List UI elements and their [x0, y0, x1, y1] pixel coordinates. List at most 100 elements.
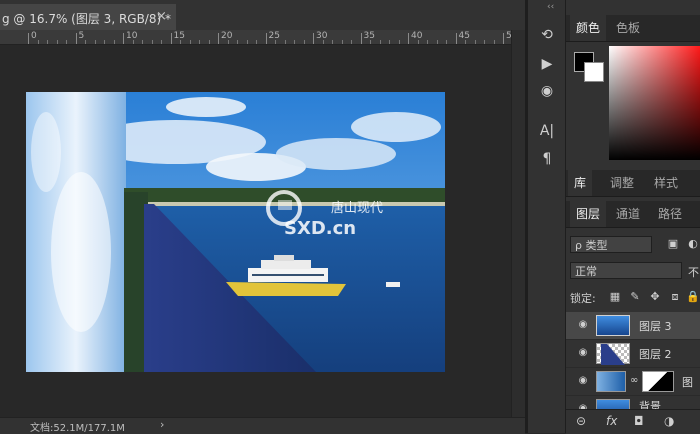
blend-mode-row: 正常 不 [566, 259, 700, 283]
tab-layers[interactable]: 图层 [570, 201, 607, 227]
background-color-swatch[interactable] [584, 62, 604, 82]
ruler-minor-tick [370, 40, 371, 44]
close-icon[interactable]: × [156, 9, 167, 24]
layer-thumbnail-shape [601, 344, 625, 365]
tab-styles[interactable]: 样式 [654, 170, 678, 196]
layer-row[interactable]: ◉ 图层 3 [566, 312, 700, 340]
adjust-icon[interactable]: ◉ [538, 82, 556, 100]
lock-all-icon[interactable]: 🔒 [686, 290, 700, 304]
layer-filter-dropdown[interactable]: ρ 类型 [570, 236, 652, 253]
ruler-minor-tick [303, 40, 305, 44]
canvas-scrollbar[interactable] [511, 30, 526, 417]
ruler-minor-tick [104, 40, 105, 44]
ruler-minor-tick [446, 40, 447, 44]
mask-link-icon[interactable]: ∞ [630, 375, 638, 386]
layer-row[interactable]: ◉ ∞ 图 [566, 368, 700, 396]
ruler-label: 5 [78, 31, 85, 41]
collapse-grip-icon[interactable]: ‹‹ [547, 2, 554, 12]
ruler-major-tick [360, 33, 362, 44]
ruler-minor-tick [322, 40, 324, 44]
lock-artboard-icon[interactable]: ⧈ [668, 290, 682, 304]
layer-thumbnail [596, 343, 630, 365]
visibility-eye-icon[interactable]: ◉ [576, 374, 590, 388]
ruler-major-tick [503, 33, 504, 44]
ruler-minor-tick [85, 40, 86, 44]
tab-paths[interactable]: 路径 [658, 201, 682, 227]
ruler-minor-tick [47, 40, 48, 44]
layer-row[interactable]: ◉ 图层 2 [566, 340, 700, 368]
ruler-minor-tick [332, 40, 333, 44]
ruler-major-tick [28, 33, 29, 44]
paragraph-icon[interactable]: ¶ [538, 150, 556, 168]
blend-mode-dropdown[interactable]: 正常 [570, 262, 682, 279]
tab-adjustments[interactable]: 调整 [610, 170, 634, 196]
ruler-minor-tick [484, 40, 485, 44]
document-tab-title: g @ 16.7% (图层 3, RGB/8) * [2, 12, 171, 26]
layer-row[interactable]: ◉ 背景 [566, 396, 700, 410]
ruler-minor-tick [142, 40, 143, 44]
link-layers-icon[interactable]: ⊝ [576, 414, 586, 428]
lock-transparent-icon[interactable]: ▦ [608, 290, 622, 304]
canvas-image[interactable]: 唐山现代 SXD.cn [26, 92, 445, 372]
layer-thumbnail [596, 315, 630, 336]
image-filter-icon[interactable]: ▣ [666, 237, 680, 251]
ruler-minor-tick [113, 40, 115, 44]
layer-thumbnail [596, 371, 626, 392]
color-picker-field[interactable] [609, 46, 700, 160]
ruler-major-tick [265, 33, 267, 44]
ruler-minor-tick [246, 40, 248, 44]
ruler-minor-tick [284, 40, 286, 44]
tab-swatches[interactable]: 色板 [616, 15, 640, 41]
status-bar: 文档:52.1M/177.1M › [0, 417, 525, 434]
visibility-eye-icon[interactable]: ◉ [576, 318, 590, 332]
ruler-minor-tick [199, 40, 200, 44]
layer-style-icon[interactable]: fx [606, 414, 617, 428]
ruler-minor-tick [208, 40, 210, 44]
ruler-minor-tick [37, 40, 39, 44]
ruler-minor-tick [294, 40, 295, 44]
ruler-minor-tick [151, 40, 153, 44]
ruler-minor-tick [389, 40, 390, 44]
lock-paint-icon[interactable]: ✎ [628, 290, 642, 304]
ruler-minor-tick [56, 40, 58, 44]
ruler-major-tick [75, 33, 77, 44]
document-tab[interactable]: g @ 16.7% (图层 3, RGB/8) * × [0, 4, 176, 30]
ruler-minor-tick [189, 40, 191, 44]
ruler-label: 0 [31, 31, 37, 41]
new-adjustment-icon[interactable]: ◑ [664, 414, 674, 428]
ruler-minor-tick [161, 40, 162, 44]
ruler-major-tick [170, 33, 172, 44]
ruler-major-tick [408, 33, 409, 44]
tab-color[interactable]: 颜色 [570, 15, 607, 41]
play-actions-icon[interactable]: ▶ [538, 55, 556, 73]
watermark-en: SXD.cn [284, 218, 356, 239]
ruler-minor-tick [227, 40, 229, 44]
layer-name: 图 [682, 376, 693, 389]
ruler-minor-tick [275, 40, 276, 44]
ruler-minor-tick [398, 40, 400, 44]
layers-footer: ⊝ fx ◘ ◑ [566, 409, 700, 434]
status-menu-arrow[interactable]: › [160, 418, 164, 431]
ruler-minor-tick [379, 40, 381, 44]
add-mask-icon[interactable]: ◘ [634, 414, 644, 428]
layer-mask-thumbnail[interactable] [642, 371, 674, 392]
ruler-minor-tick [237, 40, 238, 44]
history-icon[interactable]: ⟲ [538, 26, 556, 44]
ruler-minor-tick [66, 40, 67, 44]
layer-filter-row: ρ 类型 ▣ ◐ [566, 233, 700, 257]
ruler-minor-tick [256, 40, 257, 44]
composite-photo: 唐山现代 SXD.cn [26, 92, 445, 372]
ruler-major-tick [218, 33, 219, 44]
ruler-major-tick [455, 33, 457, 44]
character-icon[interactable]: A| [538, 122, 556, 140]
tab-channels[interactable]: 通道 [616, 201, 640, 227]
watermark-cn: 唐山现代 [331, 200, 383, 216]
ruler-minor-tick [94, 40, 96, 44]
document-size: 文档:52.1M/177.1M [30, 423, 125, 434]
ruler-minor-tick [474, 40, 476, 44]
ruler-minor-tick [436, 40, 438, 44]
lock-position-icon[interactable]: ✥ [648, 290, 662, 304]
adjustment-filter-icon[interactable]: ◐ [686, 237, 700, 251]
tab-libraries[interactable]: 库 [568, 170, 593, 196]
visibility-eye-icon[interactable]: ◉ [576, 346, 590, 360]
